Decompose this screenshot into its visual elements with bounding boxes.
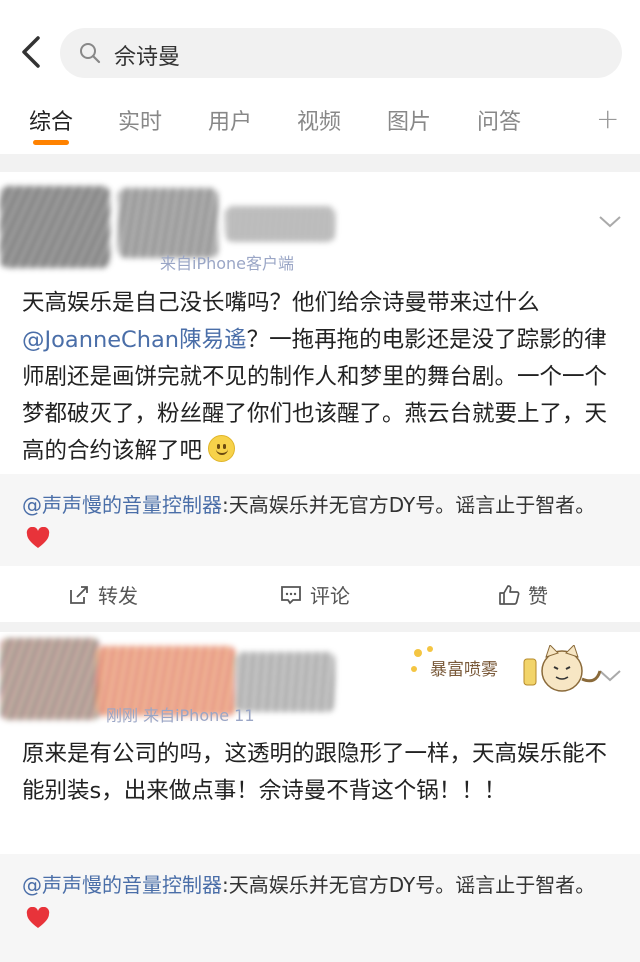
search-bar[interactable]: 佘诗曼 (60, 28, 622, 78)
search-query: 佘诗曼 (114, 45, 181, 70)
repost-text: :天高娱乐并无官方DY号。谣言止于智者。 (222, 493, 596, 517)
tab-users[interactable]: 用户 (208, 104, 252, 136)
back-arrow-icon[interactable] (14, 32, 48, 72)
username-redacted (118, 188, 218, 258)
repost-block[interactable]: @声声慢的音量控制器:天高娱乐并无官方DY号。谣言止于智者。 (0, 854, 640, 962)
like-button[interactable]: 赞 (498, 580, 548, 609)
search-tabs: 综合 实时 用户 视频 图片 问答 + (0, 92, 640, 154)
tab-video[interactable]: 视频 (297, 104, 341, 136)
repost-user-link[interactable]: @声声慢的音量控制器 (22, 873, 222, 897)
repost-user-link[interactable]: @声声慢的音量控制器 (22, 493, 222, 517)
share-icon (70, 585, 88, 604)
repost-block[interactable]: @声声慢的音量控制器:天高娱乐并无官方DY号。谣言止于智者。 (0, 474, 640, 566)
heart-icon (26, 907, 50, 928)
comment-button[interactable]: 评论 (280, 580, 350, 609)
avatar[interactable] (0, 186, 110, 268)
post-source: 刚刚 来自iPhone 11 (106, 706, 255, 725)
search-icon (80, 43, 101, 64)
repost-label: 转发 (98, 584, 138, 608)
tab-comprehensive[interactable]: 综合 (29, 104, 73, 136)
comment-label: 评论 (310, 584, 350, 608)
post-text-part: 天高娱乐是自己没长嘴吗？他们给佘诗曼带来过什么 (22, 290, 540, 316)
tab-images[interactable]: 图片 (387, 104, 431, 136)
post-actions: 转发 评论 赞 (0, 566, 640, 622)
tab-realtime[interactable]: 实时 (118, 104, 162, 136)
comment-icon (281, 585, 301, 604)
post-card: 来自iPhone客户端 天高娱乐是自己没长嘴吗？他们给佘诗曼带来过什么 @Joan… (0, 172, 640, 474)
chevron-down-icon[interactable] (598, 214, 622, 230)
like-label: 赞 (528, 584, 548, 608)
username-redacted (225, 206, 335, 242)
smile-emoji-icon (208, 435, 236, 462)
sticker-text: 暴富喷雾 (430, 660, 498, 680)
thumbs-up-icon (499, 584, 520, 605)
add-tab-icon[interactable]: + (596, 102, 619, 135)
heart-icon (26, 527, 50, 548)
tab-qa[interactable]: 问答 (477, 104, 521, 136)
active-tab-indicator (33, 140, 69, 145)
post-text: 原来是有公司的吗，这透明的跟隐形了一样，天高娱乐能不能别装s，出来做点事！佘诗曼… (22, 741, 608, 804)
post-text: 天高娱乐是自己没长嘴吗？他们给佘诗曼带来过什么@JoanneChan陳易遙？一拖… (22, 285, 620, 470)
repost-button[interactable]: 转发 (68, 580, 138, 609)
avatar[interactable] (0, 638, 100, 720)
post-source: 来自iPhone客户端 (160, 254, 295, 273)
repost-text: :天高娱乐并无官方DY号。谣言止于智者。 (222, 873, 596, 897)
top-bar: 佘诗曼 (0, 0, 640, 92)
fan-badge-sticker: 暴富喷雾 (410, 644, 610, 697)
mention-link[interactable]: @JoanneChan陳易遙 (22, 327, 247, 353)
